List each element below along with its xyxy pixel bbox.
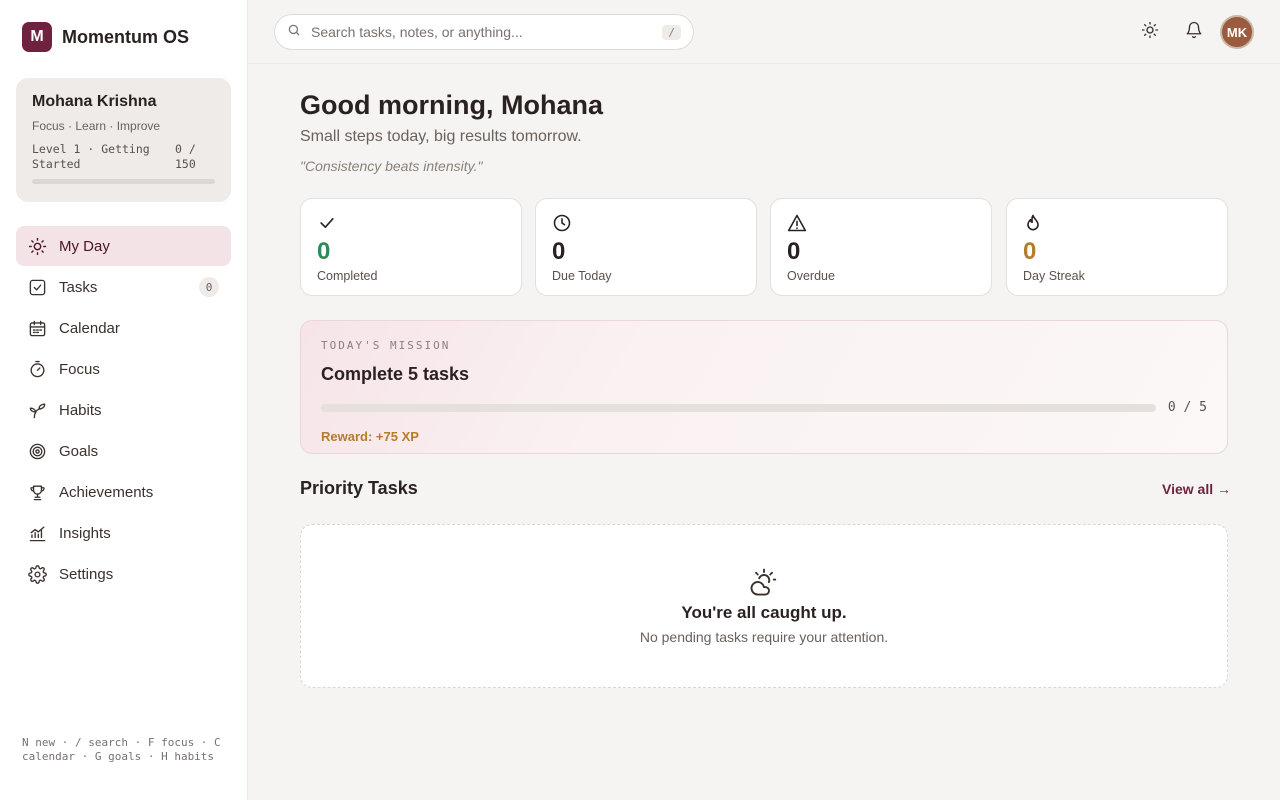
view-all-link[interactable]: View all → <box>1162 481 1231 497</box>
sprout-icon <box>28 401 47 420</box>
sidebar-item-focus[interactable]: Focus <box>16 349 231 389</box>
mission-title: Complete 5 tasks <box>321 364 470 384</box>
page-subtitle: Small steps today, big results tomorrow. <box>300 128 582 145</box>
sun-icon <box>1141 21 1159 44</box>
bell-icon <box>1185 21 1203 44</box>
empty-state-title: You're all caught up. <box>681 603 847 622</box>
sidebar-item-label: Calendar <box>59 319 120 337</box>
stat-card-day-streak: 0 Day Streak <box>1006 198 1228 296</box>
sidebar-nav: My Day Tasks 0 Calendar Focus Habits Goa… <box>16 226 231 595</box>
stat-label: Day Streak <box>1023 269 1085 283</box>
trophy-icon <box>28 483 47 502</box>
stat-value: 0 <box>552 238 566 265</box>
tasks-count-badge: 0 <box>199 277 219 297</box>
search-input[interactable] <box>311 24 663 40</box>
stat-card-due-today: 0 Due Today <box>535 198 757 296</box>
profile-card[interactable]: Mohana Krishna Focus · Learn · Improve L… <box>16 78 231 202</box>
sidebar: M Momentum OS Mohana Krishna Focus · Lea… <box>0 0 248 800</box>
stat-value: 0 <box>787 238 801 265</box>
search-shortcut-key: / <box>662 24 681 40</box>
profile-level: Level 1 · Getting Started <box>32 142 150 171</box>
sidebar-item-settings[interactable]: Settings <box>16 554 231 594</box>
sidebar-item-insights[interactable]: Insights <box>16 513 231 553</box>
xp-progress-bar <box>32 179 215 184</box>
timer-icon <box>28 360 47 379</box>
keyboard-shortcuts-hint: N new · / search · F focus · C calendar … <box>22 736 221 763</box>
empty-state-subtitle: No pending tasks require your attention. <box>639 629 889 645</box>
stat-card-completed: 0 Completed <box>300 198 522 296</box>
brand-logo: M <box>22 22 52 52</box>
stat-label: Completed <box>317 269 378 283</box>
flame-icon <box>1023 213 1043 233</box>
search-icon <box>287 23 301 42</box>
mission-progress-row: 0 / 5 <box>321 400 1207 415</box>
gear-icon <box>28 564 47 584</box>
profile-name: Mohana Krishna <box>32 93 157 110</box>
profile-level-row: Level 1 · Getting Started 0 / 150 <box>32 142 215 172</box>
sidebar-item-label: Habits <box>59 401 102 419</box>
mission-reward: Reward: +75 XP <box>321 429 419 444</box>
topbar: / MK <box>248 0 1280 64</box>
stat-value: 0 <box>317 238 331 265</box>
sidebar-item-calendar[interactable]: Calendar <box>16 308 231 348</box>
sidebar-item-achievements[interactable]: Achievements <box>16 472 231 512</box>
sidebar-item-label: Focus <box>59 360 100 378</box>
target-icon <box>28 442 47 461</box>
page-title: Good morning, Mohana <box>300 90 603 120</box>
mission-progress-bar <box>321 403 1156 412</box>
check-icon <box>317 213 337 233</box>
priority-tasks-title: Priority Tasks <box>300 478 418 498</box>
stat-label: Overdue <box>787 269 835 283</box>
sidebar-item-label: Tasks <box>59 278 98 296</box>
chart-icon <box>28 524 47 543</box>
sidebar-item-tasks[interactable]: Tasks 0 <box>16 267 231 307</box>
mission-kicker: TODAY'S MISSION <box>321 339 451 352</box>
avatar[interactable]: MK <box>1220 15 1254 49</box>
stat-label: Due Today <box>552 269 612 283</box>
profile-xp: 0 / 150 <box>175 142 196 171</box>
checkbox-icon <box>28 278 47 297</box>
calendar-icon <box>28 319 47 338</box>
cloud-sun-icon <box>749 567 781 599</box>
sidebar-item-label: Settings <box>59 565 114 583</box>
warning-icon <box>787 213 807 233</box>
theme-toggle-button[interactable] <box>1138 20 1162 44</box>
sidebar-item-label: My Day <box>59 237 110 255</box>
todays-mission-card: TODAY'S MISSION Complete 5 tasks 0 / 5 R… <box>300 320 1228 454</box>
stat-card-overdue: 0 Overdue <box>770 198 992 296</box>
sidebar-item-label: Achievements <box>59 483 154 501</box>
clock-icon <box>552 213 572 233</box>
sidebar-item-habits[interactable]: Habits <box>16 390 231 430</box>
brand[interactable]: M Momentum OS <box>22 22 189 52</box>
mission-progress-count: 0 / 5 <box>1167 400 1207 415</box>
sidebar-item-goals[interactable]: Goals <box>16 431 231 471</box>
daily-quote: "Consistency beats intensity." <box>300 158 483 174</box>
stat-value: 0 <box>1023 238 1037 265</box>
sidebar-item-label: Insights <box>59 524 111 542</box>
sun-icon <box>28 237 47 256</box>
notifications-button[interactable] <box>1182 20 1206 44</box>
sidebar-item-label: Goals <box>59 442 99 460</box>
brand-name: Momentum OS <box>62 26 190 47</box>
search-box[interactable]: / <box>274 14 694 50</box>
priority-tasks-empty-state: You're all caught up. No pending tasks r… <box>300 524 1228 688</box>
profile-tagline: Focus · Learn · Improve <box>32 119 161 133</box>
sidebar-item-my-day[interactable]: My Day <box>16 226 231 266</box>
